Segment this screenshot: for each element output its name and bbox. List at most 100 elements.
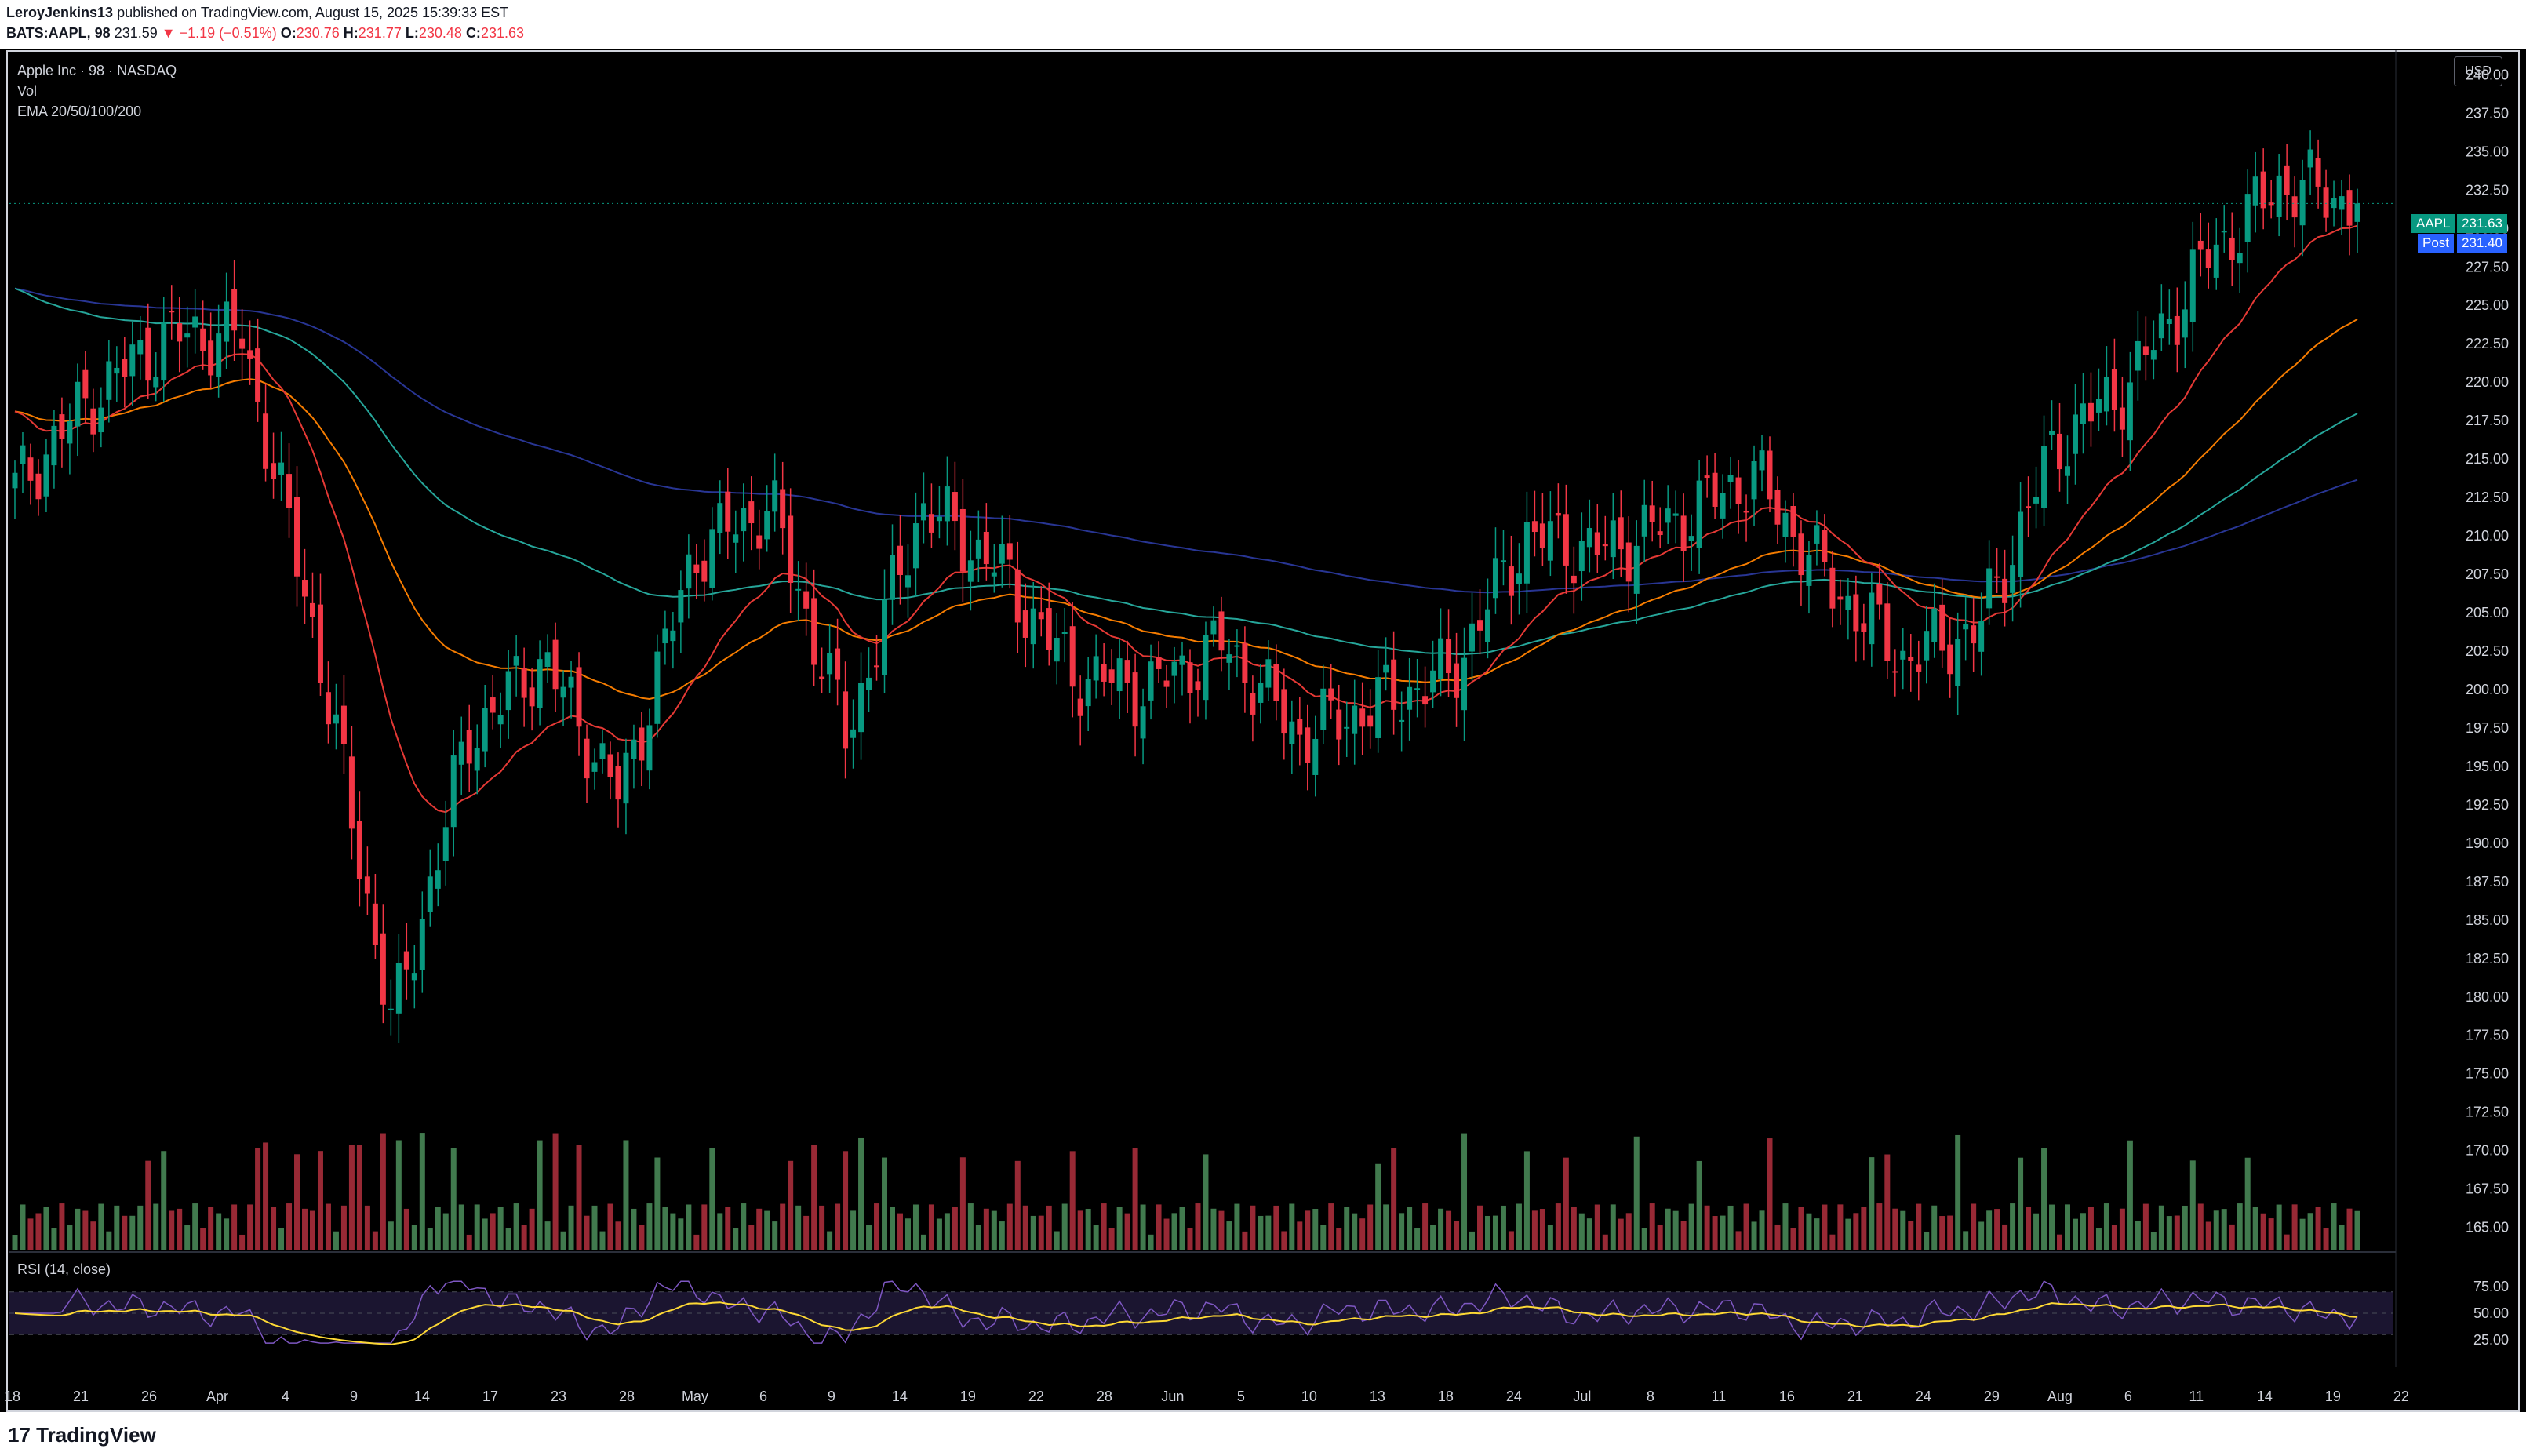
volume-bar: [1869, 1157, 1875, 1250]
candle-body: [1391, 659, 1397, 710]
candle-body: [1195, 681, 1201, 691]
volume-bar: [631, 1208, 637, 1250]
candle-body: [662, 628, 668, 644]
candle-body: [2260, 171, 2266, 209]
candle-body: [1759, 450, 1765, 471]
volume-bar: [1061, 1203, 1068, 1250]
candle-body: [1727, 475, 1734, 482]
candle-body: [1563, 514, 1569, 566]
volume-bar: [12, 1235, 18, 1250]
volume-bar: [1289, 1203, 1295, 1250]
volume-bar: [1273, 1205, 1279, 1250]
volume-bar: [725, 1207, 731, 1250]
ema-legend[interactable]: EMA 20/50/100/200: [17, 104, 141, 120]
volume-bar: [90, 1221, 96, 1250]
date-tick-label: 19: [960, 1389, 976, 1404]
volume-bar: [497, 1207, 504, 1250]
volume-bar: [2237, 1203, 2243, 1250]
volume-bar: [2205, 1221, 2211, 1250]
candle-body: [1336, 709, 1342, 740]
volume-bar: [286, 1203, 293, 1250]
candle-body: [427, 876, 433, 912]
volume-bar: [2119, 1208, 2125, 1250]
volume-bar: [482, 1218, 488, 1250]
candle-body: [1947, 644, 1953, 675]
tradingview-logo[interactable]: 17 TradingView: [8, 1423, 156, 1447]
volume-bar: [944, 1213, 950, 1250]
candle-body: [1500, 560, 1506, 562]
volume-bar: [302, 1208, 308, 1250]
volume-bar: [2268, 1218, 2274, 1250]
price-chart[interactable]: 240.00237.50235.00232.50230.00227.50225.…: [0, 0, 2526, 1412]
candle-body: [725, 491, 731, 532]
candle-body: [959, 508, 966, 572]
volume-bar: [145, 1160, 151, 1250]
candle-body: [1163, 680, 1170, 687]
volume-legend[interactable]: Vol: [17, 83, 37, 100]
volume-bar: [1688, 1203, 1694, 1250]
candle-body: [27, 457, 34, 481]
volume-bar: [529, 1208, 535, 1250]
candle-body: [20, 445, 26, 464]
volume-bar: [1312, 1209, 1319, 1250]
volume-bar: [1484, 1215, 1490, 1250]
candle-body: [1312, 738, 1319, 775]
volume-bar: [1704, 1205, 1710, 1250]
volume-bar: [1829, 1234, 1836, 1250]
candle-body: [2315, 158, 2321, 187]
candle-body: [1258, 682, 1264, 703]
candle-body: [607, 754, 613, 777]
volume-bar: [169, 1210, 175, 1250]
volume-bar: [741, 1203, 747, 1250]
volume-bar: [1093, 1225, 1099, 1250]
volume-bar: [1602, 1234, 1608, 1250]
price-tick-label: 237.50: [2466, 105, 2509, 121]
rsi-legend[interactable]: RSI (14, close): [17, 1261, 111, 1278]
candle-body: [756, 535, 763, 549]
candle-body: [904, 575, 911, 588]
volume-bar: [317, 1151, 323, 1250]
candle-body: [1344, 726, 1350, 729]
candle-body: [2237, 253, 2243, 264]
price-tick-label: 182.50: [2466, 951, 2509, 966]
date-tick-label: 28: [619, 1389, 635, 1404]
volume-bar: [1845, 1218, 1851, 1250]
chart-title[interactable]: Apple Inc · 98 · NASDAQ: [17, 63, 177, 79]
volume-bar: [568, 1205, 574, 1250]
volume-bar: [591, 1205, 598, 1250]
candle-body: [1414, 688, 1421, 690]
candle-body: [1665, 508, 1671, 523]
volume-bar: [1994, 1209, 2000, 1250]
candle-body: [466, 730, 472, 764]
volume-bar: [1422, 1203, 1429, 1250]
candle-body: [521, 668, 527, 698]
volume-bar: [1077, 1210, 1083, 1250]
volume-bar: [1375, 1163, 1381, 1250]
volume-bar: [1195, 1203, 1201, 1250]
volume-bar: [129, 1215, 136, 1250]
volume-bar: [2111, 1225, 2117, 1250]
volume-bar: [2002, 1224, 2008, 1250]
volume-bar: [1430, 1225, 1436, 1250]
candle-body: [348, 756, 355, 829]
candle-body: [1751, 460, 1757, 500]
volume-bar: [1148, 1234, 1154, 1250]
candle-body: [2150, 350, 2157, 360]
volume-bar: [1884, 1154, 1891, 1250]
candle-body: [741, 508, 747, 532]
candle-body: [670, 630, 676, 642]
candle-body: [122, 359, 128, 377]
volume-bar: [1641, 1228, 1647, 1250]
volume-bar: [474, 1204, 480, 1250]
volume-bar: [2197, 1203, 2204, 1250]
volume-bar: [1171, 1213, 1177, 1250]
rsi-tick-label: 25.00: [2473, 1332, 2509, 1348]
volume-bar: [1500, 1205, 1506, 1250]
candle-body: [2080, 403, 2086, 424]
volume-bar: [654, 1157, 661, 1250]
date-tick-label: 11: [1712, 1389, 1727, 1404]
price-tick-label: 222.50: [2466, 336, 2509, 351]
currency-button[interactable]: USD: [2454, 56, 2502, 86]
volume-bar: [1876, 1203, 1883, 1250]
volume-bar: [1947, 1215, 1953, 1250]
